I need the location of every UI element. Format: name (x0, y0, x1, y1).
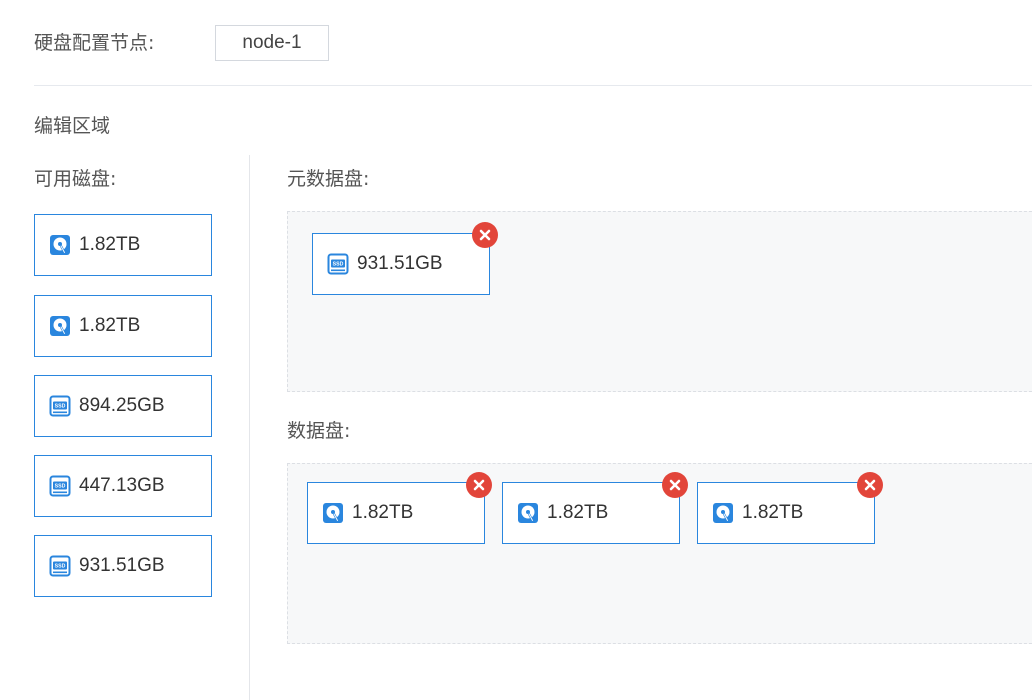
available-disk-item[interactable]: SSD 931.51GB (34, 535, 212, 597)
metadata-disk-item[interactable]: SSD 931.51GB (312, 233, 490, 295)
available-disk-item[interactable]: SSD 447.13GB (34, 455, 212, 517)
disk-size: 931.51GB (357, 253, 443, 274)
edit-area-title: 编辑区域 (34, 115, 111, 137)
hdd-icon (49, 315, 71, 337)
column-divider (249, 155, 250, 700)
node-selector[interactable]: node-1 (215, 25, 329, 61)
metadata-disks-label: 元数据盘: (287, 168, 370, 190)
available-disk-item[interactable]: 1.82TB (34, 214, 212, 276)
svg-text:SSD: SSD (55, 564, 66, 570)
disk-size: 931.51GB (79, 555, 165, 576)
disk-size: 1.82TB (79, 315, 141, 336)
available-disks-label: 可用磁盘: (34, 168, 117, 190)
remove-disk-button[interactable] (472, 222, 498, 248)
svg-text:SSD: SSD (55, 404, 66, 410)
node-selector-value: node-1 (242, 32, 302, 53)
data-disk-item[interactable]: 1.82TB (307, 482, 485, 544)
hdd-icon (712, 502, 734, 524)
ssd-icon: SSD (49, 395, 71, 417)
hdd-icon (517, 502, 539, 524)
ssd-icon: SSD (327, 253, 349, 275)
close-icon (864, 479, 876, 491)
data-disk-item[interactable]: 1.82TB (502, 482, 680, 544)
hdd-icon (322, 502, 344, 524)
remove-disk-button[interactable] (662, 472, 688, 498)
remove-disk-button[interactable] (466, 472, 492, 498)
disk-size: 1.82TB (79, 234, 141, 255)
svg-text:SSD: SSD (333, 262, 344, 268)
disk-size: 1.82TB (742, 502, 804, 523)
hdd-icon (49, 234, 71, 256)
remove-disk-button[interactable] (857, 472, 883, 498)
close-icon (669, 479, 681, 491)
disk-size: 1.82TB (352, 502, 414, 523)
available-disk-item[interactable]: SSD 894.25GB (34, 375, 212, 437)
ssd-icon: SSD (49, 555, 71, 577)
ssd-icon: SSD (49, 475, 71, 497)
data-disks-label: 数据盘: (287, 420, 351, 442)
close-icon (479, 229, 491, 241)
svg-text:SSD: SSD (55, 484, 66, 490)
close-icon (473, 479, 485, 491)
node-config-label: 硬盘配置节点: (34, 32, 155, 54)
available-disk-item[interactable]: 1.82TB (34, 295, 212, 357)
disk-size: 1.82TB (547, 502, 609, 523)
disk-size: 447.13GB (79, 475, 165, 496)
data-disk-item[interactable]: 1.82TB (697, 482, 875, 544)
header-divider (34, 85, 1032, 86)
disk-size: 894.25GB (79, 395, 165, 416)
